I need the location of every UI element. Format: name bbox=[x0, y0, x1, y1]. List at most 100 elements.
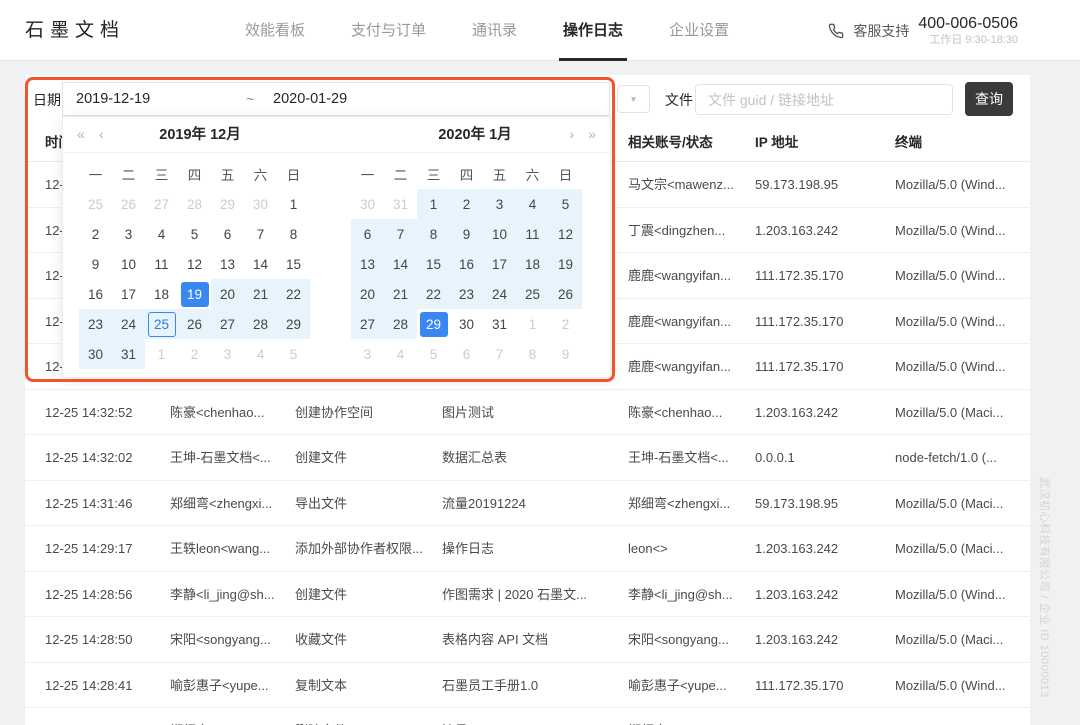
calendar-day[interactable]: 26 bbox=[549, 279, 582, 309]
calendar-day[interactable]: 8 bbox=[516, 339, 549, 369]
calendar-day[interactable]: 18 bbox=[145, 279, 178, 309]
calendar-day[interactable]: 14 bbox=[244, 249, 277, 279]
calendar-day[interactable]: 27 bbox=[351, 309, 384, 339]
calendar-day[interactable]: 10 bbox=[112, 249, 145, 279]
nav-item[interactable]: 支付与订单 bbox=[347, 0, 430, 61]
next-year-button[interactable]: » bbox=[584, 117, 600, 153]
calendar-day[interactable]: 5 bbox=[277, 339, 310, 369]
calendar-day[interactable]: 30 bbox=[450, 309, 483, 339]
calendar-day[interactable]: 1 bbox=[277, 189, 310, 219]
calendar-day[interactable]: 25 bbox=[516, 279, 549, 309]
calendar-day[interactable]: 6 bbox=[351, 219, 384, 249]
calendar-day[interactable]: 30 bbox=[351, 189, 384, 219]
calendar-day[interactable]: 5 bbox=[178, 219, 211, 249]
calendar-day[interactable]: 28 bbox=[244, 309, 277, 339]
calendar-day[interactable]: 21 bbox=[244, 279, 277, 309]
calendar-day[interactable]: 26 bbox=[112, 189, 145, 219]
calendar-day[interactable]: 10 bbox=[483, 219, 516, 249]
date-start-value[interactable]: 2019-12-19 bbox=[76, 83, 150, 115]
nav-item[interactable]: 效能看板 bbox=[241, 0, 309, 61]
calendar-day[interactable]: 31 bbox=[483, 309, 516, 339]
calendar-day[interactable]: 16 bbox=[450, 249, 483, 279]
nav-item[interactable]: 企业设置 bbox=[665, 0, 733, 61]
calendar-day[interactable]: 30 bbox=[79, 339, 112, 369]
calendar-day[interactable]: 29 bbox=[211, 189, 244, 219]
calendar-day[interactable]: 3 bbox=[211, 339, 244, 369]
calendar-day[interactable]: 17 bbox=[112, 279, 145, 309]
calendar-day[interactable]: 20 bbox=[351, 279, 384, 309]
calendar-day[interactable]: 31 bbox=[384, 189, 417, 219]
calendar-day[interactable]: 7 bbox=[244, 219, 277, 249]
calendar-day[interactable]: 22 bbox=[277, 279, 310, 309]
calendar-day[interactable]: 24 bbox=[112, 309, 145, 339]
calendar-day[interactable]: 29 bbox=[277, 309, 310, 339]
calendar-day[interactable]: 1 bbox=[417, 189, 450, 219]
calendar-day[interactable]: 3 bbox=[351, 339, 384, 369]
calendar-day[interactable]: 8 bbox=[417, 219, 450, 249]
calendar-day[interactable]: 2 bbox=[549, 309, 582, 339]
calendar-day[interactable]: 7 bbox=[384, 219, 417, 249]
date-range-input[interactable]: 2019-12-19 ~ 2020-01-29 bbox=[62, 82, 610, 116]
calendar-day[interactable]: 11 bbox=[516, 219, 549, 249]
calendar-day[interactable]: 4 bbox=[384, 339, 417, 369]
calendar-day[interactable]: 3 bbox=[112, 219, 145, 249]
calendar-day[interactable]: 8 bbox=[277, 219, 310, 249]
file-guid-input[interactable] bbox=[695, 84, 953, 115]
calendar-day[interactable]: 28 bbox=[384, 309, 417, 339]
calendar-day-number: 7 bbox=[387, 222, 415, 247]
calendar-day[interactable]: 31 bbox=[112, 339, 145, 369]
calendar-day[interactable]: 23 bbox=[79, 309, 112, 339]
calendar-day[interactable]: 7 bbox=[483, 339, 516, 369]
calendar-day[interactable]: 22 bbox=[417, 279, 450, 309]
calendar-day[interactable]: 15 bbox=[277, 249, 310, 279]
calendar-day[interactable]: 12 bbox=[549, 219, 582, 249]
calendar-day[interactable]: 27 bbox=[211, 309, 244, 339]
calendar-day[interactable]: 4 bbox=[516, 189, 549, 219]
calendar-day[interactable]: 5 bbox=[549, 189, 582, 219]
calendar-day[interactable]: 19 bbox=[178, 279, 211, 309]
calendar-day[interactable]: 6 bbox=[450, 339, 483, 369]
calendar-day[interactable]: 25 bbox=[79, 189, 112, 219]
calendar-day[interactable]: 3 bbox=[483, 189, 516, 219]
calendar-day[interactable]: 9 bbox=[549, 339, 582, 369]
calendar-day[interactable]: 12 bbox=[178, 249, 211, 279]
calendar-day[interactable]: 11 bbox=[145, 249, 178, 279]
calendar-day[interactable]: 26 bbox=[178, 309, 211, 339]
calendar-day[interactable]: 17 bbox=[483, 249, 516, 279]
calendar-day[interactable]: 20 bbox=[211, 279, 244, 309]
calendar-day[interactable]: 15 bbox=[417, 249, 450, 279]
calendar-day[interactable]: 19 bbox=[549, 249, 582, 279]
calendar-day[interactable]: 13 bbox=[351, 249, 384, 279]
calendar-day[interactable]: 13 bbox=[211, 249, 244, 279]
calendar-day[interactable]: 2 bbox=[178, 339, 211, 369]
date-end-value[interactable]: 2020-01-29 bbox=[273, 83, 347, 115]
next-month-button[interactable]: › bbox=[565, 117, 578, 153]
calendar-day[interactable]: 1 bbox=[145, 339, 178, 369]
calendar-day[interactable]: 2 bbox=[79, 219, 112, 249]
support-block: 客服支持 400-006-0506 工作日 9:30-18:30 bbox=[828, 0, 1018, 61]
calendar-day[interactable]: 24 bbox=[483, 279, 516, 309]
calendar-day[interactable]: 16 bbox=[79, 279, 112, 309]
query-button[interactable]: 查询 bbox=[965, 82, 1013, 116]
calendar-day[interactable]: 18 bbox=[516, 249, 549, 279]
nav-item[interactable]: 操作日志 bbox=[559, 0, 627, 61]
calendar-day[interactable]: 9 bbox=[450, 219, 483, 249]
calendar-day[interactable]: 28 bbox=[178, 189, 211, 219]
calendar-day[interactable]: 9 bbox=[79, 249, 112, 279]
calendar-day[interactable]: 5 bbox=[417, 339, 450, 369]
calendar-day[interactable]: 25 bbox=[145, 309, 178, 339]
calendar-day[interactable]: 27 bbox=[145, 189, 178, 219]
calendar-day[interactable]: 29 bbox=[417, 309, 450, 339]
calendar-day[interactable]: 2 bbox=[450, 189, 483, 219]
calendar-day[interactable]: 4 bbox=[244, 339, 277, 369]
calendar-day[interactable]: 4 bbox=[145, 219, 178, 249]
calendar-day[interactable]: 6 bbox=[211, 219, 244, 249]
calendar-day[interactable]: 14 bbox=[384, 249, 417, 279]
calendar-day[interactable]: 30 bbox=[244, 189, 277, 219]
calendar-day[interactable]: 21 bbox=[384, 279, 417, 309]
nav-item[interactable]: 通讯录 bbox=[468, 0, 521, 61]
weekday-row: 一二三四五六日 bbox=[79, 163, 310, 189]
calendar-day[interactable]: 1 bbox=[516, 309, 549, 339]
date-preset-dropdown[interactable]: ▼ bbox=[617, 85, 650, 113]
calendar-day[interactable]: 23 bbox=[450, 279, 483, 309]
